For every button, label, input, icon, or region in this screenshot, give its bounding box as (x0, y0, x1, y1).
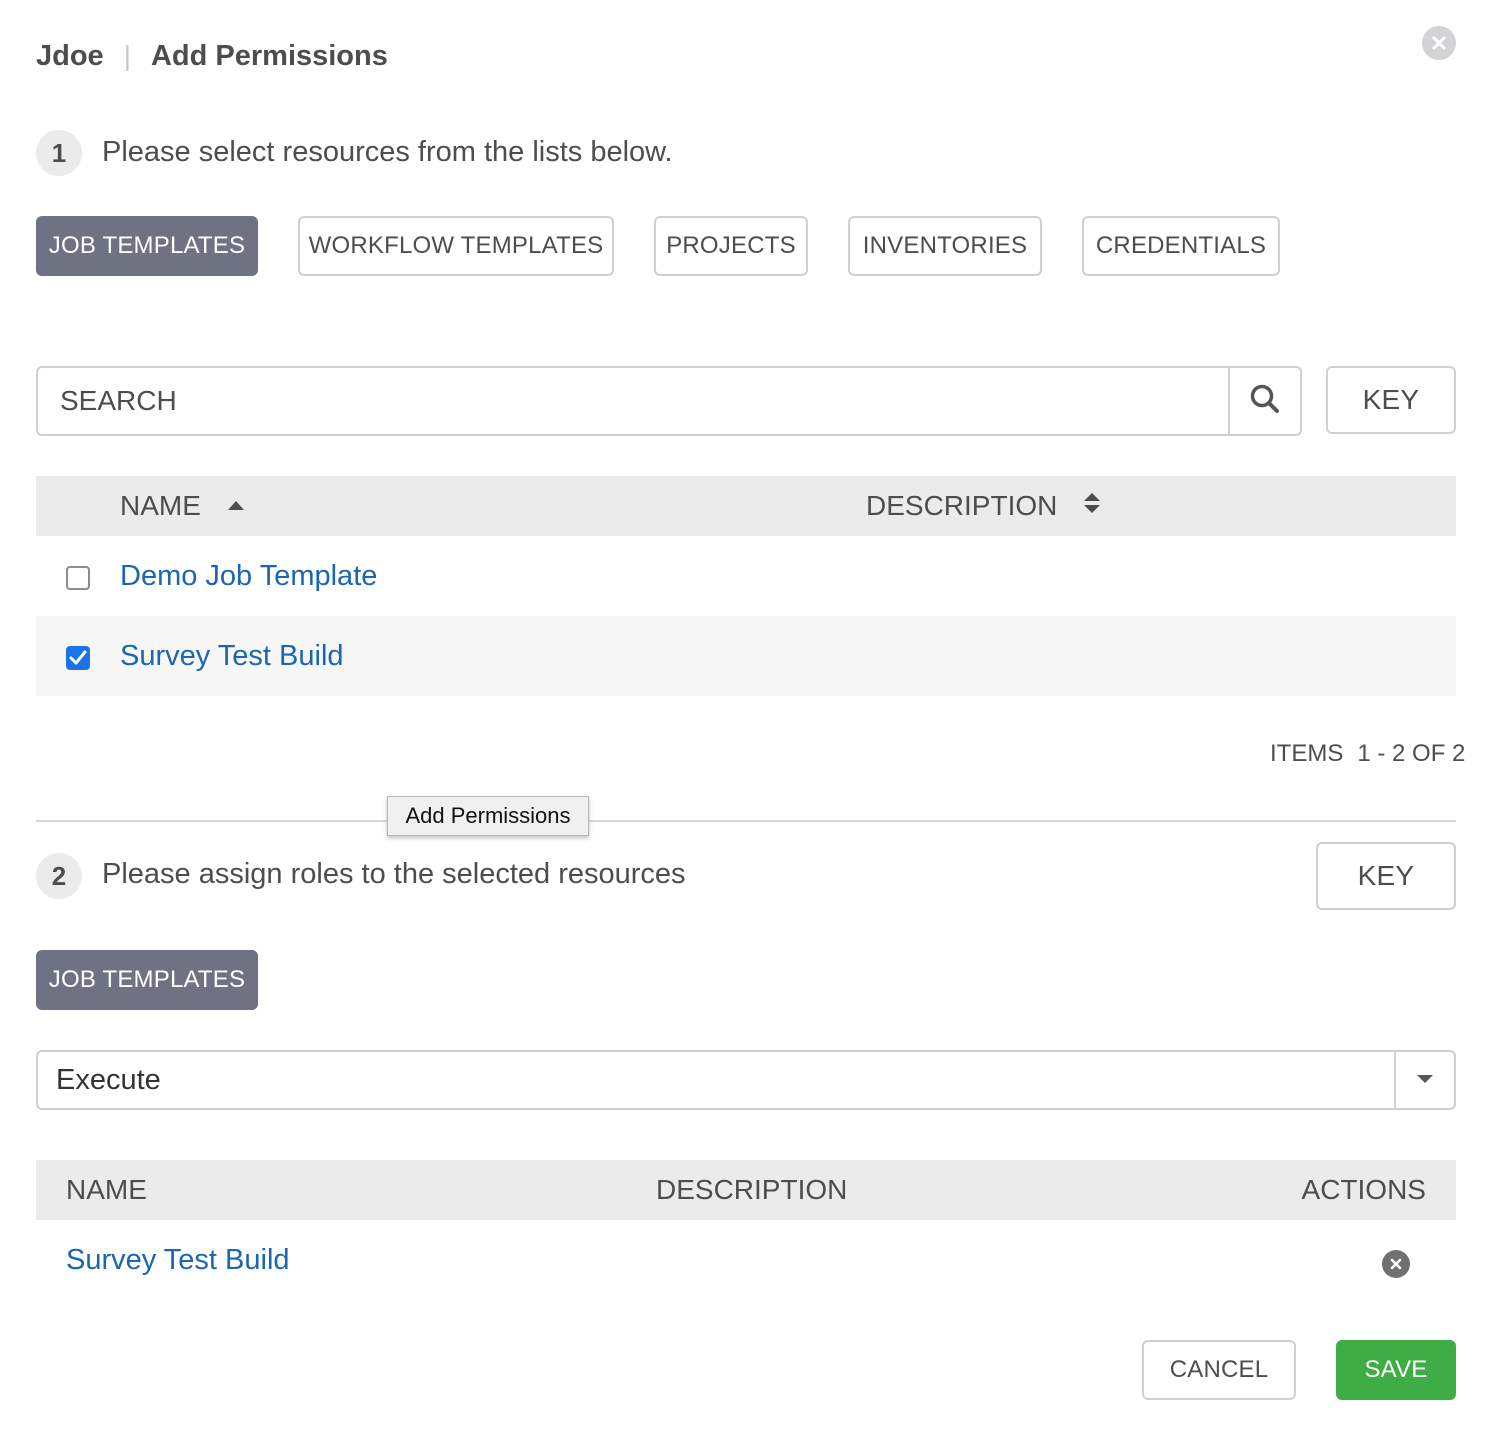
tab-workflow-templates[interactable]: WORKFLOW TEMPLATES (298, 216, 614, 276)
close-icon[interactable] (1422, 26, 1456, 60)
page-title: Add Permissions (150, 39, 388, 72)
sort-up-icon (227, 486, 245, 518)
role-select-value[interactable]: Execute (38, 1052, 1394, 1108)
search-icon (1249, 383, 1281, 420)
column-name-header[interactable]: NAME (120, 490, 245, 522)
step-1-instructions: Please select resources from the lists b… (102, 136, 673, 168)
tab-job-templates[interactable]: JOB TEMPLATES (36, 216, 258, 276)
role-select-toggle[interactable] (1394, 1052, 1454, 1108)
key-button-step1[interactable]: KEY (1326, 366, 1456, 434)
section-divider (36, 820, 1456, 822)
caret-down-icon (1416, 1071, 1434, 1089)
pagination-prefix: ITEMS (1270, 740, 1344, 767)
pagination-summary: ITEMS 1 - 2 OF 2 (1270, 740, 1465, 768)
cancel-button[interactable]: CANCEL (1142, 1340, 1296, 1400)
table-row: Survey Test Build (36, 616, 1456, 696)
modal-title: Jdoe | Add Permissions (36, 36, 388, 76)
pagination-range: 1 - 2 OF 2 (1357, 740, 1466, 767)
remove-circle-icon[interactable] (1382, 1250, 1410, 1278)
tab-job-templates-roles[interactable]: JOB TEMPLATES (36, 950, 258, 1010)
resource-table-header: NAME DESCRIPTION (36, 476, 1456, 536)
resource-name-link[interactable]: Survey Test Build (120, 640, 344, 673)
step-2-instructions: Please assign roles to the selected reso… (102, 858, 686, 890)
column-description-label: DESCRIPTION (866, 490, 1058, 521)
table-row: Demo Job Template (36, 536, 1456, 616)
row-checkbox[interactable] (66, 566, 90, 590)
user-name: Jdoe (36, 39, 104, 72)
column-actions-label: ACTIONS (1301, 1174, 1426, 1205)
resource-name-link[interactable]: Demo Job Template (120, 560, 377, 593)
column-name-label: NAME (120, 490, 201, 521)
search-button[interactable] (1228, 368, 1300, 434)
checkmark-icon (69, 650, 87, 665)
search-bar (36, 366, 1302, 436)
title-separator: | (123, 40, 131, 71)
row-checkbox[interactable] (66, 646, 90, 670)
search-input[interactable] (38, 368, 1228, 434)
tooltip: Add Permissions (387, 796, 589, 836)
selected-resource-link[interactable]: Survey Test Build (66, 1244, 290, 1277)
column-description-header[interactable]: DESCRIPTION (866, 490, 1101, 522)
column-name-label: NAME (66, 1174, 147, 1205)
sort-icon (1083, 490, 1101, 522)
save-button[interactable]: SAVE (1336, 1340, 1456, 1400)
role-select[interactable]: Execute (36, 1050, 1456, 1110)
step-2-badge: 2 (36, 853, 82, 899)
table-row: Survey Test Build (36, 1220, 1456, 1300)
key-button-step2[interactable]: KEY (1316, 842, 1456, 910)
step-1-badge: 1 (36, 130, 82, 176)
column-description-label: DESCRIPTION (656, 1174, 848, 1205)
tab-inventories[interactable]: INVENTORIES (848, 216, 1042, 276)
roles-table-header: NAME DESCRIPTION ACTIONS (36, 1160, 1456, 1220)
tab-credentials[interactable]: CREDENTIALS (1082, 216, 1280, 276)
tab-projects[interactable]: PROJECTS (654, 216, 808, 276)
